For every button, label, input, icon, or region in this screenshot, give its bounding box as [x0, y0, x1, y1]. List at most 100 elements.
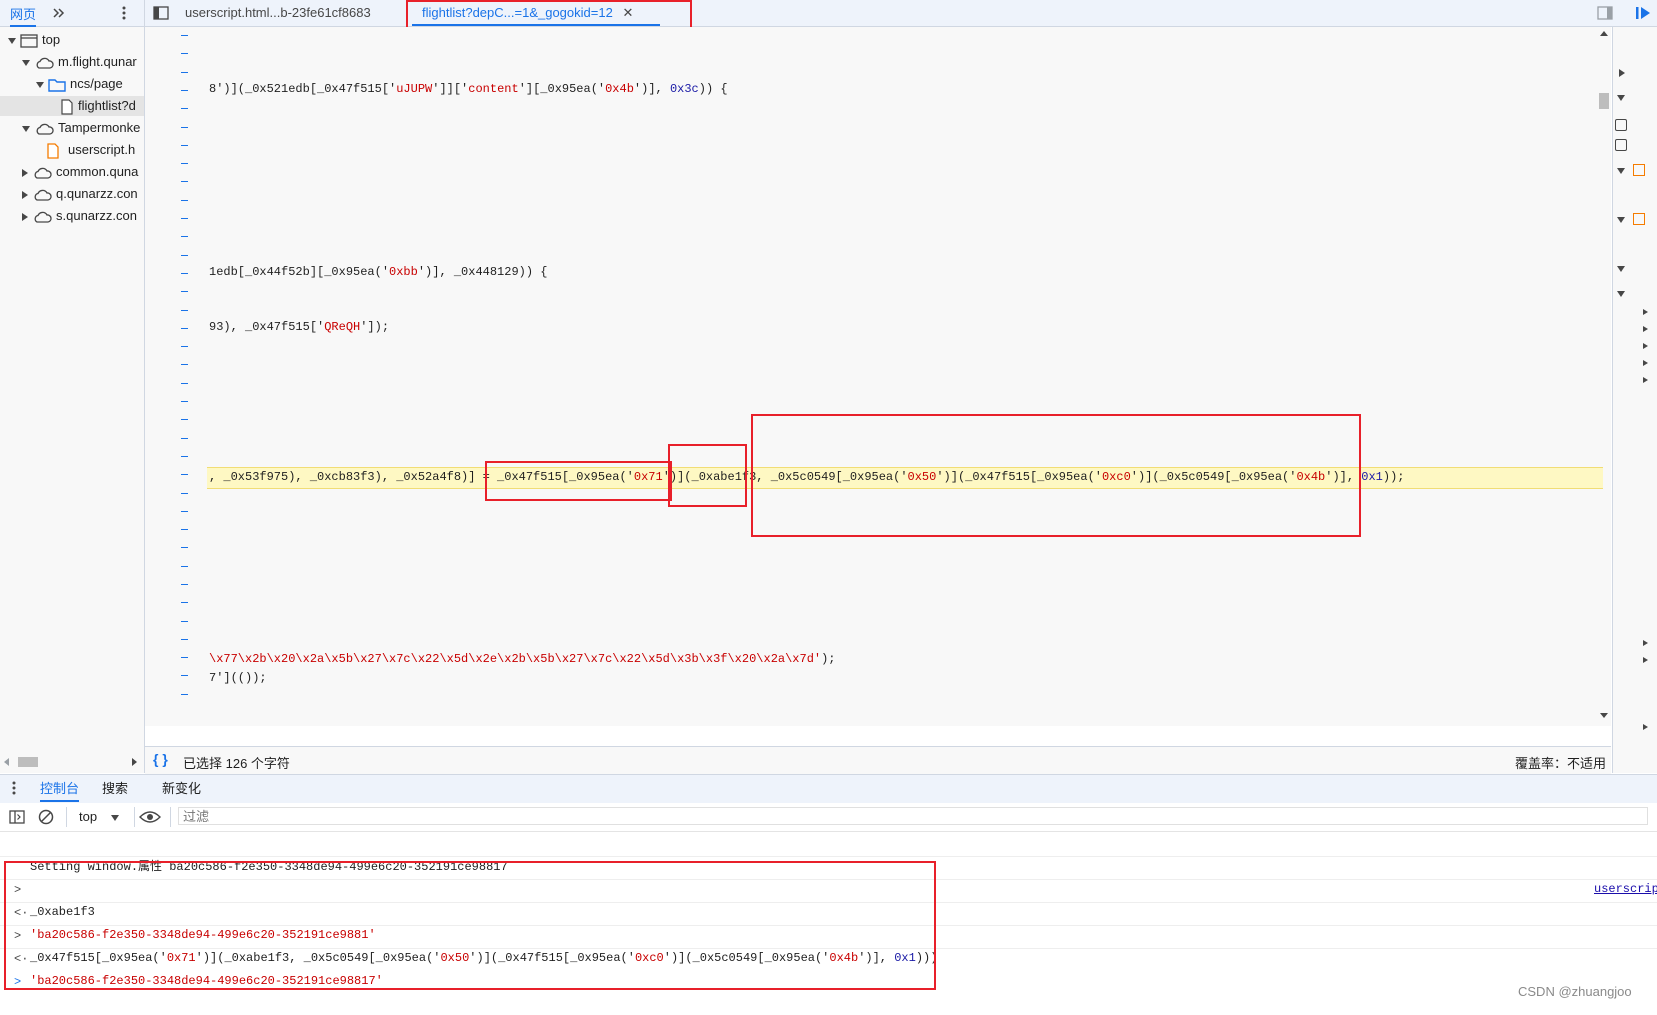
cloud-icon: [34, 211, 52, 223]
line-marker: [181, 200, 188, 201]
expand-arrow-icon[interactable]: [1643, 724, 1648, 730]
collapse-arrow-icon[interactable]: [1617, 266, 1625, 272]
folder-icon: [48, 78, 66, 92]
toolbar-divider: [170, 807, 171, 827]
line-marker: [181, 346, 188, 347]
scroll-right-arrow-icon[interactable]: [132, 758, 137, 766]
annotation-box-arg2: [751, 414, 1361, 537]
line-marker: [181, 419, 188, 420]
expand-arrow-icon[interactable]: [22, 125, 30, 132]
tab-changes[interactable]: 新变化: [162, 775, 201, 802]
console-filter-input[interactable]: [178, 807, 1648, 825]
line-marker: [181, 675, 188, 676]
expand-arrow-icon[interactable]: [22, 59, 30, 66]
line-marker: [181, 310, 188, 311]
tab-search[interactable]: 搜索: [102, 775, 128, 802]
console-sidebar-toggle-icon[interactable]: [9, 810, 25, 827]
expand-arrow-icon[interactable]: [1643, 309, 1648, 315]
tree-item-common-qunar[interactable]: common.quna: [22, 162, 138, 182]
tree-item-q-qunarzz[interactable]: q.qunarzz.con: [22, 184, 138, 204]
scrollbar-thumb[interactable]: [18, 757, 38, 767]
code-editor[interactable]: 8')](_0x521edb[_0x47f515['uJUPW']]['cont…: [145, 27, 1611, 726]
expand-arrow-icon[interactable]: [1643, 377, 1648, 383]
code-line: 8')](_0x521edb[_0x47f515['uJUPW']]['cont…: [209, 82, 728, 96]
tree-item-top[interactable]: top: [8, 30, 60, 50]
line-marker: [181, 529, 188, 530]
line-marker: [181, 273, 188, 274]
annotation-box-arg1: [668, 444, 747, 507]
tab-userscript[interactable]: userscript.html...b-23fe61cf8683: [185, 0, 393, 26]
checkbox[interactable]: [1615, 119, 1627, 131]
tree-item-userscript[interactable]: userscript.h: [46, 140, 135, 160]
tree-item-label: userscript.h: [68, 142, 136, 157]
collapse-arrow-icon[interactable]: [22, 212, 28, 221]
resume-script-icon[interactable]: [1633, 3, 1653, 23]
navigator-tab-strip: 网页: [0, 0, 145, 27]
collapse-arrow-icon[interactable]: [22, 190, 28, 199]
drawer-tab-bar: 控制台 搜索 新变化: [0, 774, 1657, 804]
expand-arrow-icon[interactable]: [1643, 657, 1648, 663]
toggle-debugger-sidebar-icon[interactable]: [1595, 3, 1615, 23]
collapse-arrow-icon[interactable]: [1617, 217, 1625, 223]
tree-item-m-flight[interactable]: m.flight.qunar: [22, 52, 137, 72]
context-selector-label: top: [79, 809, 98, 824]
live-expression-eye-icon[interactable]: [139, 810, 161, 827]
toggle-navigator-icon[interactable]: [151, 3, 171, 23]
line-gutter[interactable]: [145, 27, 205, 717]
selection-status: 已选择 126 个字符: [183, 756, 290, 771]
expand-arrow-icon[interactable]: [8, 37, 16, 44]
scroll-up-arrow-icon[interactable]: [1600, 31, 1608, 36]
tree-item-flightlist[interactable]: flightlist?d: [0, 96, 144, 116]
tab-page[interactable]: 网页: [10, 4, 37, 27]
collapse-arrow-icon[interactable]: [1617, 291, 1625, 297]
expand-arrow-icon[interactable]: [1643, 343, 1648, 349]
editor-status-bar: { } 已选择 126 个字符 覆盖率：不适用: [145, 746, 1611, 774]
line-marker: [181, 511, 188, 512]
coverage-status[interactable]: 覆盖率：不适用: [1515, 753, 1606, 772]
line-marker: [181, 90, 188, 91]
pretty-print-braces-icon[interactable]: { }: [153, 751, 168, 767]
line-marker: [181, 255, 188, 256]
scroll-down-arrow-icon[interactable]: [1600, 713, 1608, 718]
kebab-menu-icon[interactable]: [114, 2, 134, 24]
tree-item-ncs-page[interactable]: ncs/page: [36, 74, 123, 94]
expand-arrow-icon[interactable]: [1643, 326, 1648, 332]
line-marker: [181, 602, 188, 603]
expand-arrow-icon[interactable]: [1619, 69, 1625, 77]
collapse-arrow-icon[interactable]: [22, 168, 28, 177]
collapse-arrow-icon[interactable]: [1617, 95, 1625, 101]
cloud-icon: [34, 167, 52, 179]
debugger-sidebar: [1612, 27, 1657, 773]
file-icon: [61, 98, 73, 115]
clear-console-icon[interactable]: [38, 809, 54, 828]
checkbox[interactable]: [1615, 139, 1627, 151]
tree-item-tampermonkey[interactable]: Tampermonke: [22, 118, 140, 138]
file-tree: top m.flight.qunar ncs/page flightlist?d…: [0, 27, 145, 773]
drawer-menu-icon[interactable]: [12, 781, 16, 798]
line-marker: [181, 438, 188, 439]
line-marker: [181, 401, 188, 402]
collapse-arrow-icon[interactable]: [1617, 168, 1625, 174]
more-tabs-chevron-icon[interactable]: [48, 2, 70, 24]
context-selector[interactable]: top: [79, 809, 119, 824]
console-log-message: Setting window.属性 ba20c586-f2e350-3348de…: [0, 834, 1657, 896]
line-marker: [181, 584, 188, 585]
scrollbar-thumb[interactable]: [1599, 93, 1609, 109]
expand-arrow-icon[interactable]: [36, 81, 44, 88]
line-marker: [181, 127, 188, 128]
tree-item-s-qunarzz[interactable]: s.qunarzz.con: [22, 206, 137, 226]
tree-horizontal-scrollbar[interactable]: [4, 755, 140, 769]
code-line: \x77\x2b\x20\x2a\x5b\x27\x7c\x22\x5d\x2e…: [209, 652, 836, 666]
script-file-icon: [47, 142, 59, 159]
cloud-icon: [36, 57, 54, 69]
line-marker: [181, 72, 188, 73]
line-marker: [181, 621, 188, 622]
line-marker: [181, 657, 188, 658]
watermark: CSDN @zhuangjoo: [1518, 984, 1632, 999]
scroll-left-arrow-icon[interactable]: [4, 758, 9, 766]
editor-vertical-scrollbar[interactable]: [1597, 27, 1611, 718]
code-line: 93), _0x47f515['QReQH']);: [209, 320, 390, 334]
tab-console[interactable]: 控制台: [40, 775, 80, 802]
expand-arrow-icon[interactable]: [1643, 640, 1648, 646]
expand-arrow-icon[interactable]: [1643, 360, 1648, 366]
